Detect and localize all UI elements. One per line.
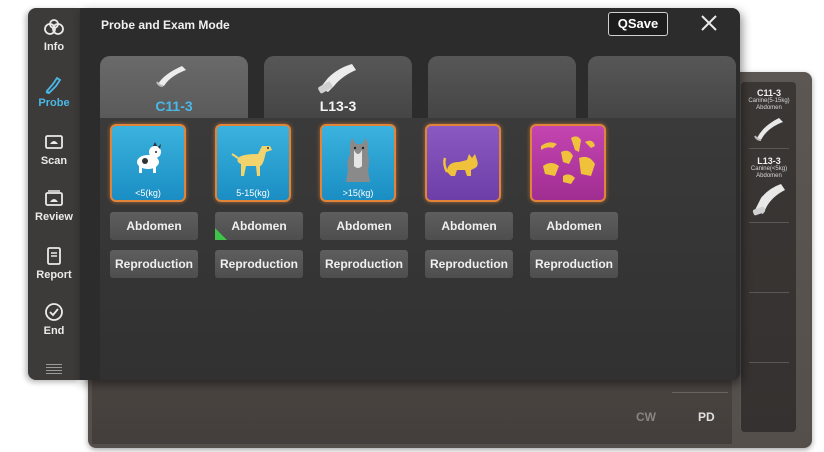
exam-content-area: <5(kg) 5-15(kg) >15(kg) Abdomen Abdomen …: [100, 118, 736, 380]
sidebar: Info Probe Scan Review Report End: [28, 8, 80, 380]
tab-l13-3[interactable]: L13-3: [264, 56, 412, 118]
reproduction-button[interactable]: Reproduction: [215, 250, 303, 278]
abdomen-button[interactable]: Abdomen: [425, 212, 513, 240]
sidebar-item-end[interactable]: End: [28, 302, 80, 350]
sidebar-item-label: Scan: [40, 155, 68, 167]
animal-weight-label: 5-15(kg): [236, 188, 270, 198]
divider: [749, 362, 789, 363]
right-probe-exam: Abdomen: [756, 173, 782, 179]
selected-indicator: [215, 228, 227, 240]
animal-small-dog[interactable]: <5(kg): [110, 124, 186, 202]
right-probe-preset: Canine(5-15kg): [748, 98, 790, 104]
cw-mode-label[interactable]: CW: [636, 410, 656, 424]
tab-label: L13-3: [319, 98, 357, 114]
divider: [672, 392, 728, 393]
tab-label: C11-3: [155, 98, 193, 114]
exotic-animals-icon: [541, 136, 595, 184]
animal-weight-label: <5(kg): [135, 188, 161, 198]
tab-c11-3[interactable]: C11-3: [100, 56, 248, 118]
large-dog-icon: [346, 138, 370, 182]
reproduction-button[interactable]: Reproduction: [530, 250, 618, 278]
sidebar-item-label: Probe: [38, 97, 70, 109]
qsave-button[interactable]: QSave: [608, 12, 668, 36]
tab-empty-4[interactable]: [588, 56, 736, 118]
animal-medium-dog[interactable]: 5-15(kg): [215, 124, 291, 202]
sidebar-item-label: End: [43, 325, 65, 337]
divider: [749, 222, 789, 223]
probe-exam-dialog: Probe and Exam Mode QSave C11-3 L13-3 <5…: [80, 8, 740, 380]
right-probe-name: C11-3: [756, 88, 782, 98]
divider: [749, 148, 789, 149]
sidebar-item-info[interactable]: Info: [28, 18, 80, 66]
review-icon: [45, 190, 63, 206]
sidebar-item-label: Info: [43, 41, 65, 53]
sidebar-item-report[interactable]: Report: [28, 246, 80, 294]
sidebar-item-review[interactable]: Review: [28, 188, 80, 236]
convex-probe-icon: [754, 118, 783, 141]
abdomen-button[interactable]: Abdomen: [110, 212, 198, 240]
abdomen-button[interactable]: Abdomen: [530, 212, 618, 240]
convex-probe-icon: [156, 66, 186, 87]
sidebar-item-scan[interactable]: Scan: [28, 132, 80, 180]
medium-dog-icon: [231, 146, 272, 176]
animal-cat[interactable]: [425, 124, 501, 202]
info-icon: [44, 19, 64, 35]
right-probe-name: L13-3: [757, 156, 781, 166]
divider: [749, 292, 789, 293]
right-probe-preset: Canine(<5kg): [750, 166, 788, 172]
abdomen-button[interactable]: Abdomen: [215, 212, 303, 240]
scan-icon: [45, 135, 63, 149]
animal-large-dog[interactable]: >15(kg): [320, 124, 396, 202]
close-icon[interactable]: [700, 14, 718, 32]
sidebar-item-label: Review: [35, 211, 73, 223]
right-probe-c11[interactable]: C11-3 Canine(5-15kg) Abdomen: [741, 88, 797, 147]
cat-icon: [443, 154, 478, 176]
small-dog-icon: [137, 142, 161, 173]
sidebar-item-probe[interactable]: Probe: [28, 74, 80, 122]
linear-probe-icon: [318, 64, 356, 94]
animal-weight-label: >15(kg): [342, 188, 374, 198]
tab-empty-3[interactable]: [428, 56, 576, 118]
reproduction-button[interactable]: Reproduction: [110, 250, 198, 278]
sidebar-item-label: Report: [36, 269, 72, 281]
dialog-title: Probe and Exam Mode: [101, 18, 230, 32]
reproduction-button[interactable]: Reproduction: [425, 250, 513, 278]
reproduction-button[interactable]: Reproduction: [320, 250, 408, 278]
menu-icon[interactable]: [46, 364, 62, 376]
pd-mode-label[interactable]: PD: [698, 410, 715, 424]
right-probe-panel: C11-3 Canine(5-15kg) Abdomen L13-3 Canin…: [740, 82, 796, 432]
linear-probe-icon: [752, 184, 785, 216]
end-icon: [45, 303, 63, 321]
right-probe-l13[interactable]: L13-3 Canine(<5kg) Abdomen: [741, 156, 797, 221]
right-probe-exam: Abdomen: [756, 105, 782, 111]
abdomen-button[interactable]: Abdomen: [320, 212, 408, 240]
probe-icon: [45, 76, 62, 94]
animal-exotic[interactable]: [530, 124, 606, 202]
report-icon: [47, 247, 61, 265]
